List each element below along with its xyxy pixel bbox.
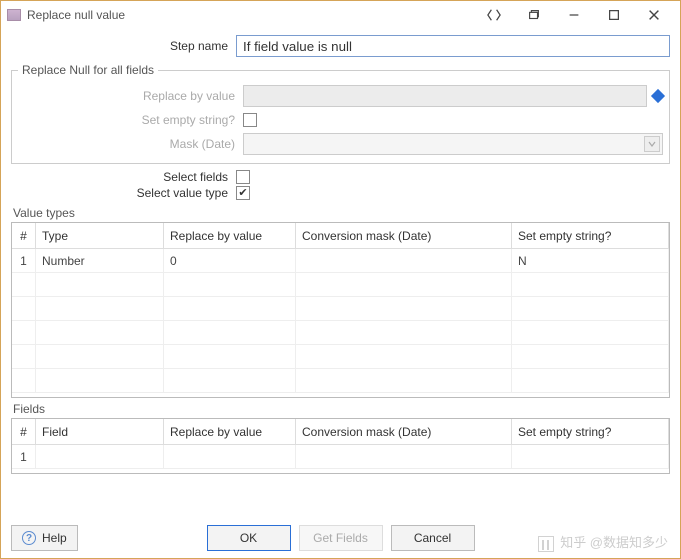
value-types-grid[interactable]: # Type Replace by value Conversion mask … <box>11 222 670 398</box>
replace-all-legend: Replace Null for all fields <box>18 63 158 77</box>
close-icon[interactable] <box>634 1 674 29</box>
col-type[interactable]: Type <box>36 223 164 248</box>
window-title: Replace null value <box>27 8 125 22</box>
ok-button[interactable]: OK <box>207 525 291 551</box>
select-value-type-checkbox[interactable] <box>236 186 250 200</box>
cell-field[interactable] <box>36 445 164 468</box>
replace-by-value-label: Replace by value <box>18 89 243 103</box>
dialog-content: Step name Replace Null for all fields Re… <box>1 29 680 518</box>
col-field[interactable]: Field <box>36 419 164 444</box>
set-empty-string-label: Set empty string? <box>18 113 243 127</box>
cell-idx[interactable]: 1 <box>12 249 36 272</box>
nav-prev-next-icon[interactable] <box>474 1 514 29</box>
get-fields-button: Get Fields <box>299 525 383 551</box>
cell-conv[interactable] <box>296 249 512 272</box>
cell-empty[interactable] <box>512 445 669 468</box>
fields-grid[interactable]: # Field Replace by value Conversion mask… <box>11 418 670 474</box>
col-idx[interactable]: # <box>12 223 36 248</box>
fields-body[interactable]: 1 <box>12 445 669 473</box>
col-conv[interactable]: Conversion mask (Date) <box>296 419 512 444</box>
select-fields-checkbox[interactable] <box>236 170 250 184</box>
select-fields-label: Select fields <box>11 170 236 184</box>
cell-replace[interactable] <box>164 445 296 468</box>
help-label: Help <box>42 531 67 545</box>
col-replace[interactable]: Replace by value <box>164 419 296 444</box>
help-icon: ? <box>22 531 36 545</box>
col-empty[interactable]: Set empty string? <box>512 223 669 248</box>
col-idx[interactable]: # <box>12 419 36 444</box>
cell-replace[interactable]: 0 <box>164 249 296 272</box>
value-types-label: Value types <box>13 206 670 220</box>
set-empty-string-checkbox <box>243 113 257 127</box>
footer: ? Help OK Get Fields Cancel <box>1 518 680 558</box>
table-row[interactable] <box>12 273 669 297</box>
dialog-window: Replace null value Step name Replace Nul… <box>0 0 681 559</box>
table-row[interactable]: 1 Number 0 N <box>12 249 669 273</box>
replace-by-value-input <box>243 85 647 107</box>
cell-conv[interactable] <box>296 445 512 468</box>
replace-all-group: Replace Null for all fields Replace by v… <box>11 63 670 164</box>
cell-empty[interactable]: N <box>512 249 669 272</box>
stepname-row: Step name <box>11 35 670 57</box>
select-value-type-label: Select value type <box>11 186 236 200</box>
cell-idx[interactable]: 1 <box>12 445 36 468</box>
table-row[interactable]: 1 <box>12 445 669 469</box>
restore-window-icon[interactable] <box>514 1 554 29</box>
mask-date-combo <box>243 133 663 155</box>
maximize-icon[interactable] <box>594 1 634 29</box>
col-conv[interactable]: Conversion mask (Date) <box>296 223 512 248</box>
col-replace[interactable]: Replace by value <box>164 223 296 248</box>
fields-header: # Field Replace by value Conversion mask… <box>12 419 669 445</box>
value-types-header: # Type Replace by value Conversion mask … <box>12 223 669 249</box>
minimize-icon[interactable] <box>554 1 594 29</box>
mask-date-label: Mask (Date) <box>18 137 243 151</box>
fields-label: Fields <box>13 402 670 416</box>
table-row[interactable] <box>12 345 669 369</box>
table-row[interactable] <box>12 297 669 321</box>
table-row[interactable] <box>12 369 669 393</box>
col-empty[interactable]: Set empty string? <box>512 419 669 444</box>
table-row[interactable] <box>12 321 669 345</box>
app-icon <box>7 9 21 21</box>
titlebar: Replace null value <box>1 1 680 29</box>
variable-picker-icon[interactable] <box>651 89 665 103</box>
cancel-button[interactable]: Cancel <box>391 525 475 551</box>
stepname-input[interactable] <box>236 35 670 57</box>
value-types-body[interactable]: 1 Number 0 N <box>12 249 669 397</box>
chevron-down-icon <box>644 136 660 152</box>
cell-type[interactable]: Number <box>36 249 164 272</box>
stepname-label: Step name <box>11 39 236 53</box>
help-button[interactable]: ? Help <box>11 525 78 551</box>
